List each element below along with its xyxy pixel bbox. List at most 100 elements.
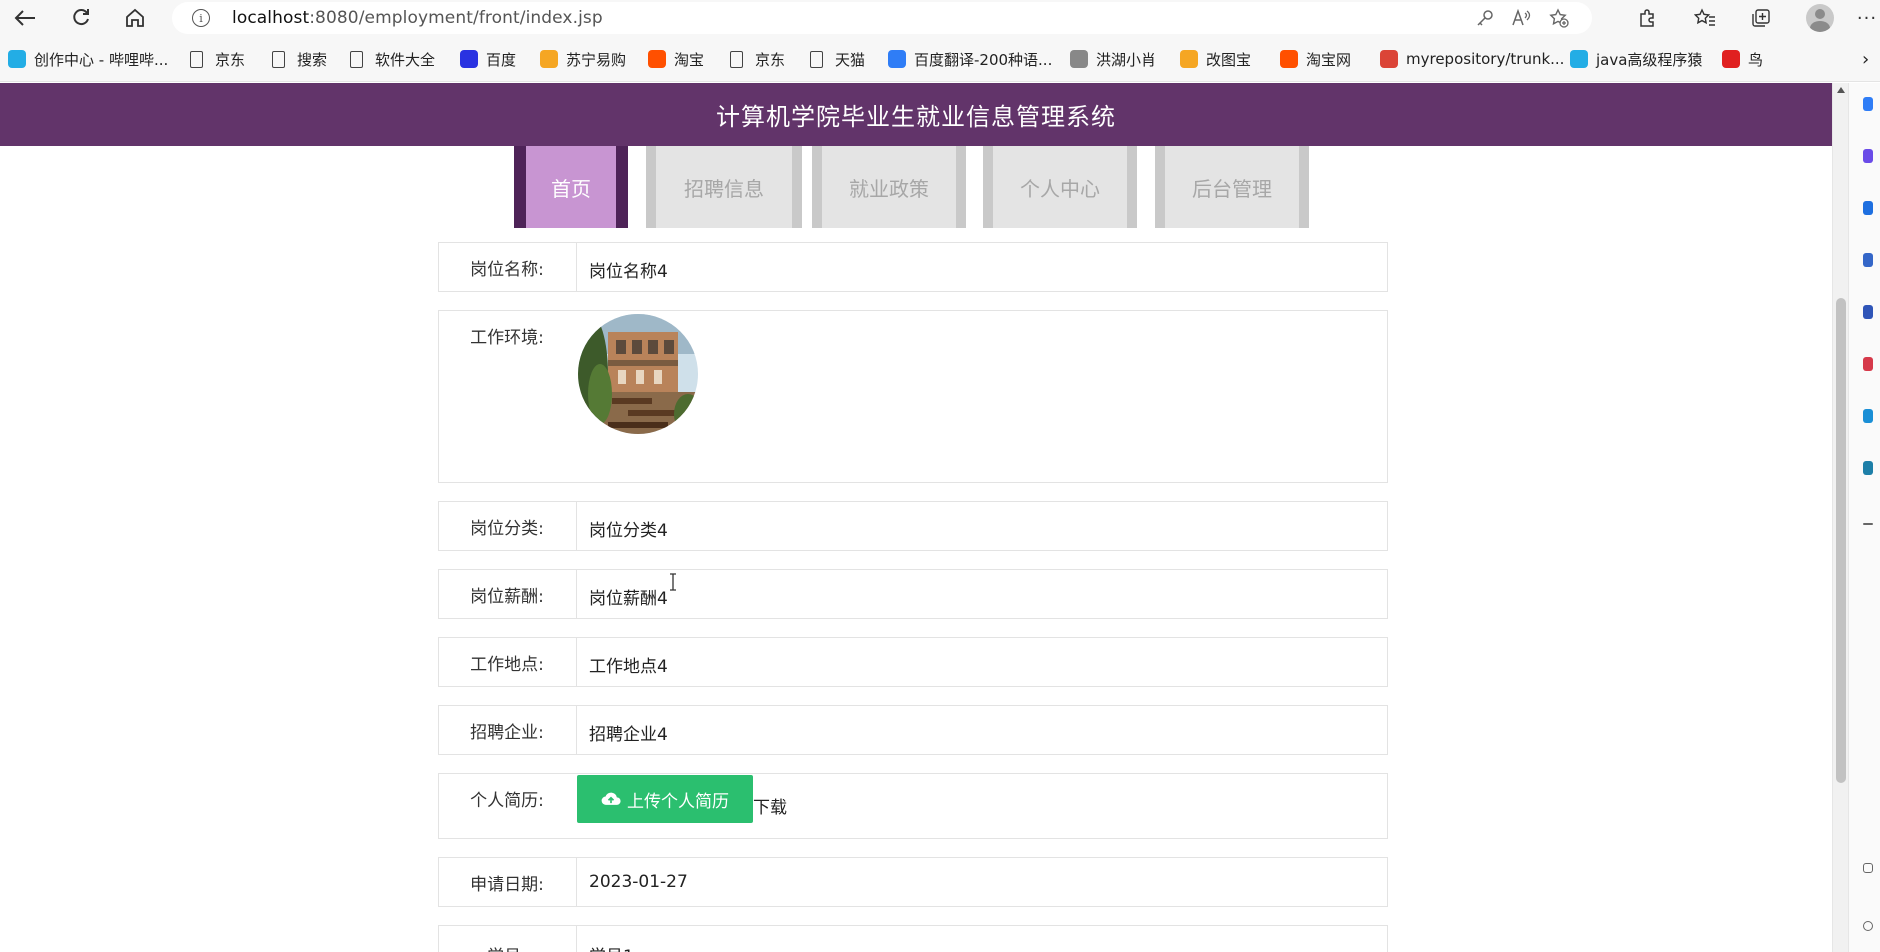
edge-settings-icon[interactable] [1863, 921, 1873, 931]
bookmark-label: 天猫 [835, 50, 866, 69]
add-favorite-icon[interactable] [1546, 6, 1572, 30]
page-icon [190, 50, 203, 68]
bookmarks-bar: 创作中心 - 哔哩哔... 京东 搜索 软件大全 百度 苏宁易购 淘宝 京东 天猫 百度翻译-20… [0, 36, 1880, 82]
bookmark-item[interactable]: 淘宝 [648, 48, 704, 70]
bilibili-icon [8, 50, 26, 68]
page-icon [272, 50, 285, 68]
company-value: 招聘企业4 [576, 706, 1385, 754]
nav-tab-label: 招聘信息 [684, 176, 764, 201]
nav-tab-recruitment[interactable]: 招聘信息 [646, 146, 802, 228]
job-name-row: 岗位名称: 岗位名称4 [438, 242, 1388, 292]
salary-label: 岗位薪酬: [470, 587, 544, 607]
upload-resume-button[interactable]: 上传个人简历 [577, 775, 753, 823]
edge-shopping-icon[interactable] [1863, 201, 1873, 215]
edge-outlook-icon[interactable] [1863, 409, 1873, 423]
edge-tools-icon[interactable] [1863, 253, 1873, 267]
bookmark-item[interactable]: 京东 [190, 48, 245, 70]
nav-tab-label: 个人中心 [1020, 176, 1100, 201]
download-link[interactable]: 下载 [753, 793, 787, 818]
bookmarks-overflow-icon[interactable]: › [1862, 48, 1869, 70]
bookmark-item[interactable]: 创作中心 - 哔哩哔... [8, 48, 168, 70]
key-icon[interactable] [1472, 6, 1498, 30]
bookmark-label: 洪湖小肖 [1096, 50, 1157, 69]
collections-icon[interactable] [1746, 4, 1776, 32]
profile-avatar[interactable] [1806, 4, 1834, 32]
page-icon [350, 50, 363, 68]
nav-tab-personal[interactable]: 个人中心 [983, 146, 1137, 228]
apply-date-value: 2023-01-27 [576, 858, 1385, 906]
category-value: 岗位分类4 [576, 502, 1385, 550]
location-label: 工作地点: [470, 655, 544, 675]
bookmark-item[interactable]: 洪湖小肖 [1070, 48, 1156, 70]
bookmark-label: 搜索 [297, 50, 328, 69]
address-bar[interactable]: i localhost:8080/employment/front/index.… [172, 2, 1592, 34]
text-cursor-icon [670, 573, 676, 591]
location-row: 工作地点: 工作地点4 [438, 637, 1388, 687]
baidu-translate-icon [888, 50, 906, 68]
chrome-icon [1380, 50, 1398, 68]
edge-copilot-icon[interactable] [1863, 149, 1873, 163]
bookmark-label: 苏宁易购 [566, 50, 627, 69]
bookmark-item[interactable]: 改图宝 [1180, 48, 1251, 70]
refresh-icon[interactable] [66, 4, 96, 32]
bookmark-item[interactable]: 天猫 [810, 48, 865, 70]
edge-add-icon[interactable] [1863, 523, 1873, 525]
taobao-icon [648, 50, 666, 68]
bookmark-label: 京东 [755, 50, 786, 69]
bookmark-item[interactable]: 京东 [730, 48, 785, 70]
page-scrollbar[interactable] [1832, 83, 1848, 952]
bird-icon [1070, 50, 1088, 68]
edge-games-icon[interactable] [1863, 305, 1873, 319]
job-name-label: 岗位名称: [470, 260, 544, 280]
extensions-icon[interactable] [1632, 4, 1662, 32]
back-icon[interactable] [10, 4, 40, 32]
bookmark-label: 鸟 [1748, 50, 1764, 69]
edge-office-icon[interactable] [1863, 357, 1873, 371]
scroll-up-arrow-icon[interactable] [1837, 87, 1845, 93]
edge-search-icon[interactable] [1863, 97, 1873, 111]
bookmark-label: myrepository/trunk... [1406, 50, 1565, 68]
edge-drop-icon[interactable] [1863, 461, 1873, 475]
environment-row: 工作环境: [438, 310, 1388, 483]
bookmark-item[interactable]: myrepository/trunk... [1380, 48, 1564, 70]
bookmark-label: 京东 [215, 50, 246, 69]
environment-label: 工作环境: [470, 328, 544, 348]
read-aloud-icon[interactable] [1508, 6, 1534, 30]
bird-red-icon [1722, 50, 1740, 68]
site-info-icon[interactable]: i [192, 9, 210, 27]
nav-tab-admin[interactable]: 后台管理 [1155, 146, 1309, 228]
home-icon[interactable] [120, 4, 150, 32]
suning-icon [540, 50, 558, 68]
sidebar-edge-strip [1848, 83, 1880, 952]
bookmark-label: 改图宝 [1206, 50, 1252, 69]
cloud-upload-icon [601, 792, 621, 805]
bookmark-item[interactable]: 软件大全 [350, 48, 435, 70]
nav-tab-home[interactable]: 首页 [514, 146, 628, 228]
site-title: 计算机学院毕业生就业信息管理系统 [0, 83, 1832, 146]
upload-resume-label: 上传个人简历 [627, 791, 729, 812]
baidu-paw-icon [460, 50, 478, 68]
bookmark-item[interactable]: 鸟 [1722, 48, 1763, 70]
category-row: 岗位分类: 岗位分类4 [438, 501, 1388, 551]
bookmark-item[interactable]: 苏宁易购 [540, 48, 626, 70]
bookmark-item[interactable]: 搜索 [272, 48, 327, 70]
url-text[interactable]: localhost:8080/employment/front/index.js… [232, 8, 603, 28]
bookmark-label: 创作中心 - 哔哩哔... [34, 50, 169, 69]
salary-row: 岗位薪酬: 岗位薪酬4 [438, 569, 1388, 619]
bookmark-item[interactable]: 百度翻译-200种语... [888, 48, 1052, 70]
edge-layout-icon[interactable] [1863, 863, 1873, 873]
nav-tab-label: 后台管理 [1192, 176, 1272, 201]
bookmark-item[interactable]: 百度 [460, 48, 516, 70]
company-label: 招聘企业: [470, 723, 544, 743]
nav-tab-policy[interactable]: 就业政策 [812, 146, 966, 228]
browser-toolbar: i localhost:8080/employment/front/index.… [0, 0, 1880, 36]
bookmark-label: 淘宝网 [1306, 50, 1352, 69]
bookmark-label: 百度 [486, 50, 517, 69]
more-menu-icon[interactable]: ··· [1852, 4, 1880, 32]
bookmark-label: 软件大全 [375, 50, 436, 69]
work-environment-photo [578, 314, 698, 434]
scrollbar-thumb[interactable] [1836, 298, 1846, 783]
bookmark-item[interactable]: java高级程序猿 [1570, 48, 1702, 70]
bookmark-item[interactable]: 淘宝网 [1280, 48, 1351, 70]
favorites-icon[interactable] [1690, 4, 1720, 32]
